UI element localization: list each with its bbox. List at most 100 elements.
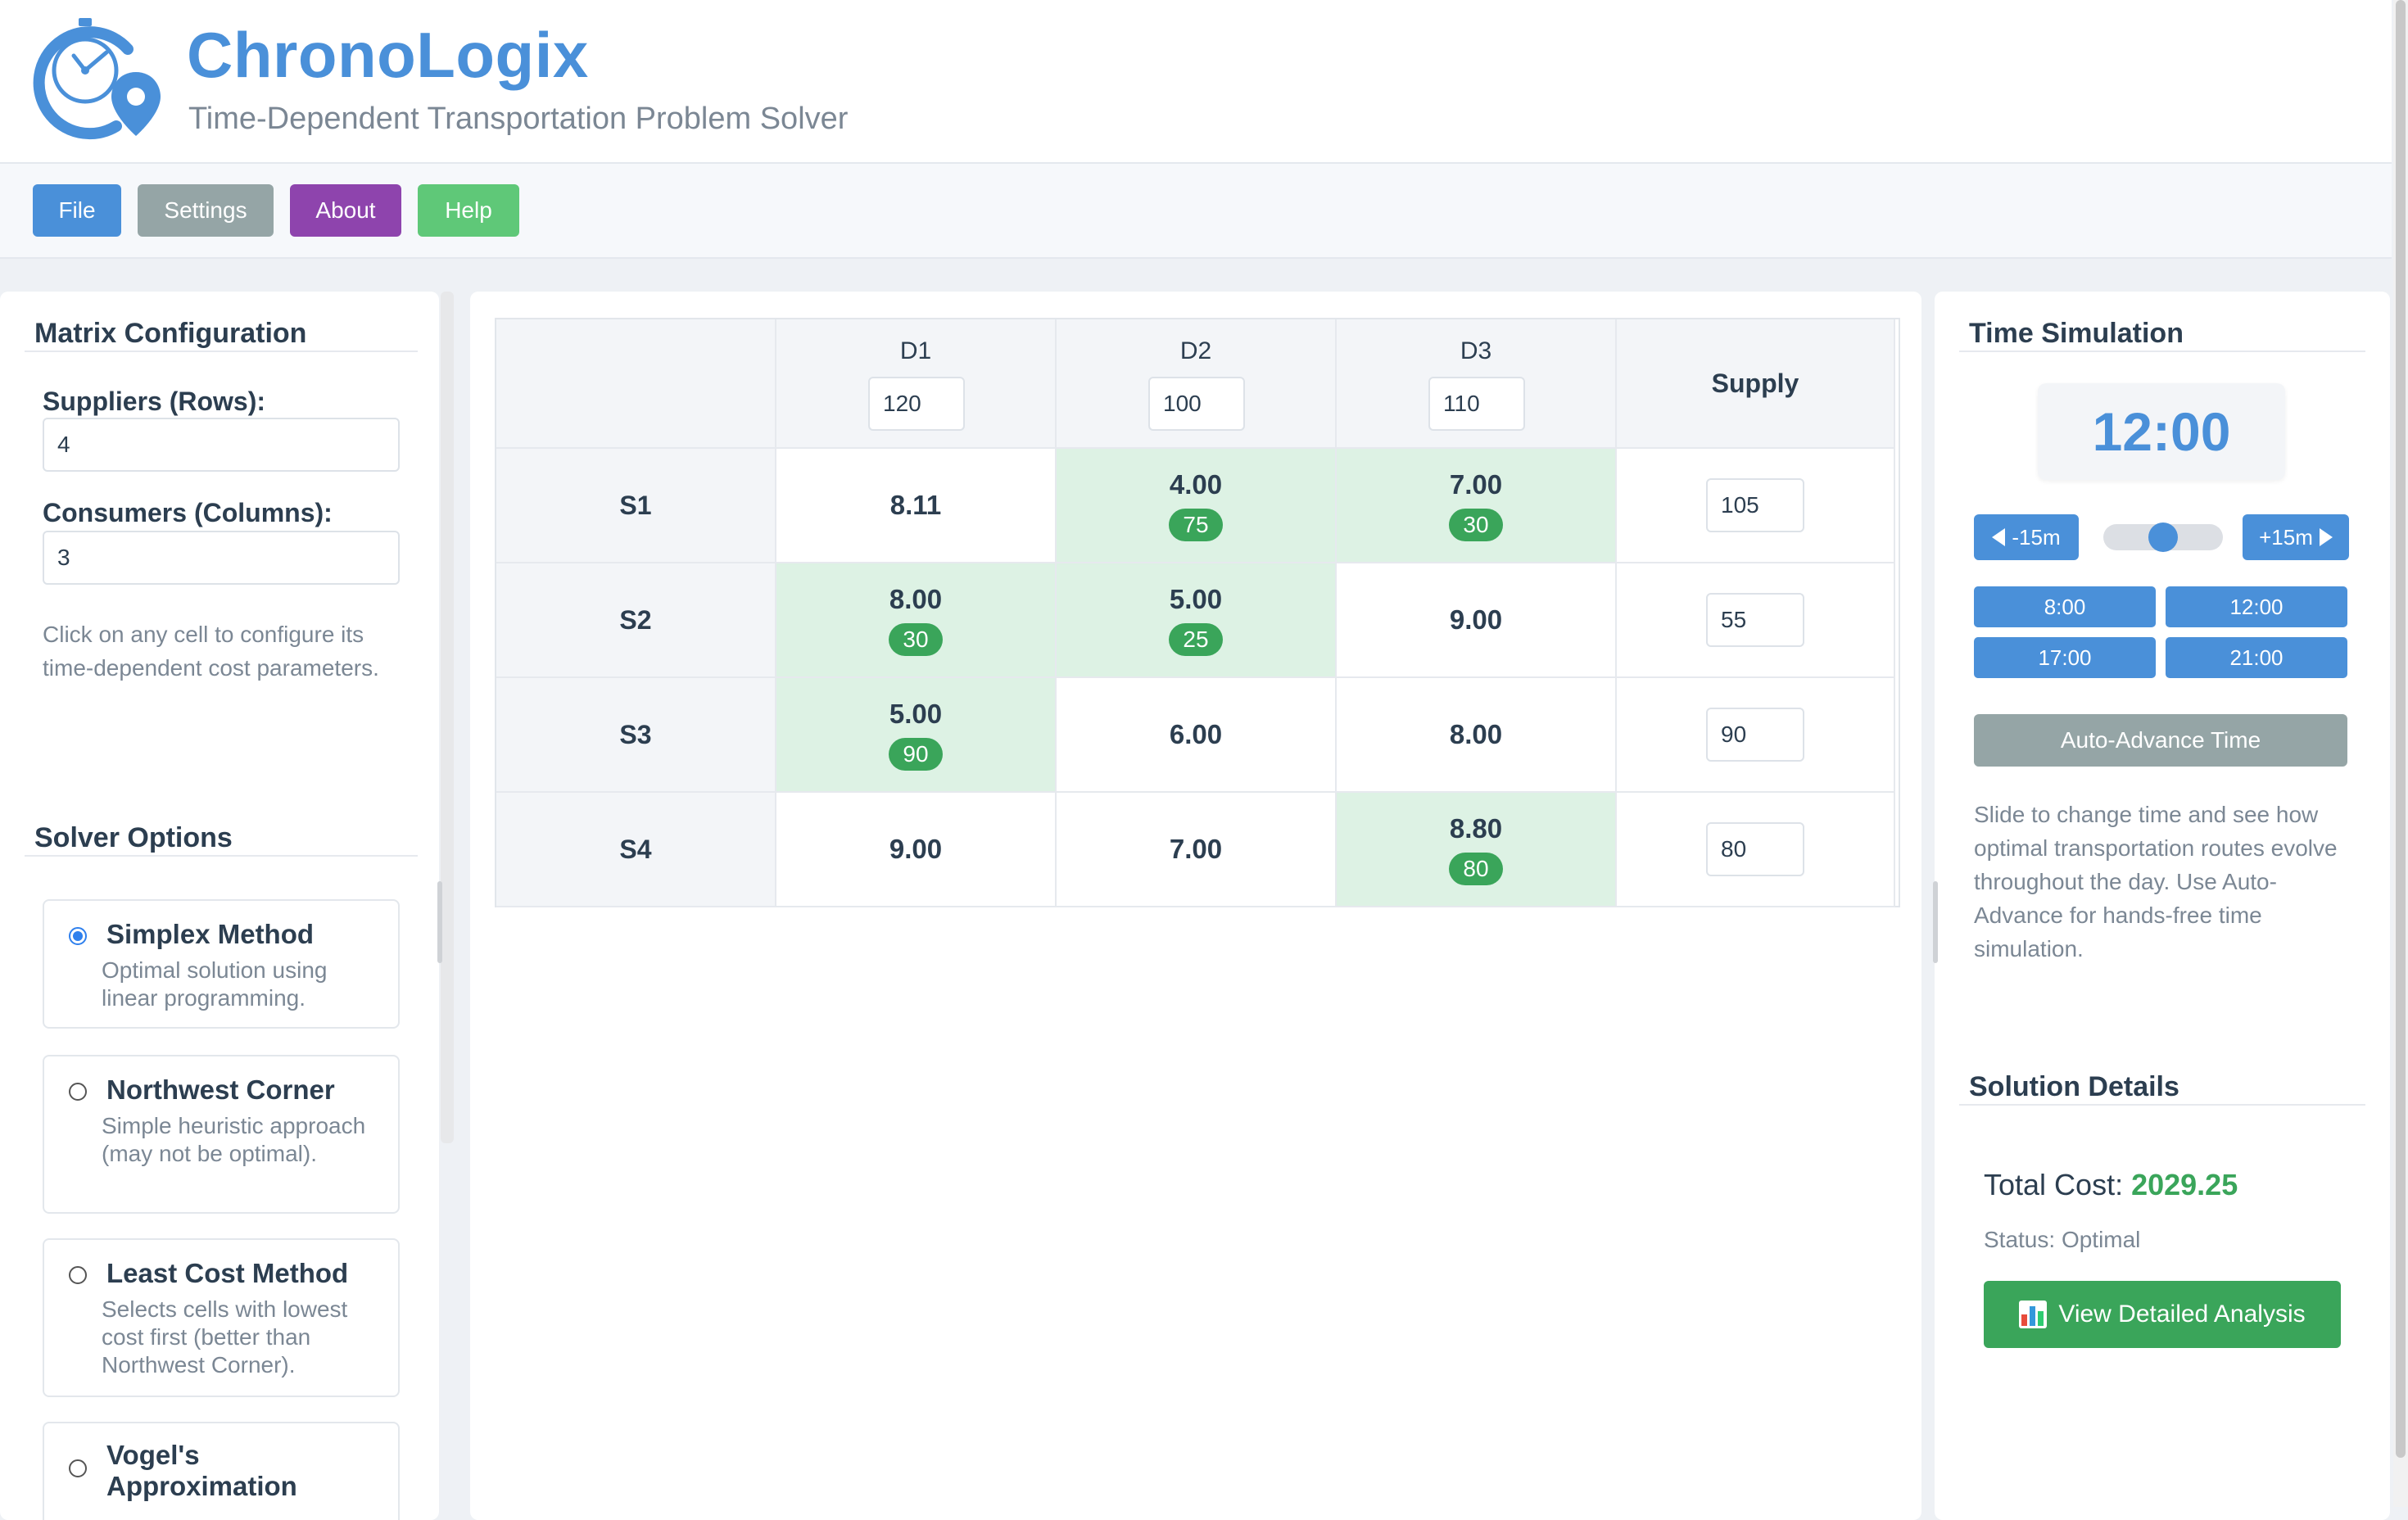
help-button[interactable]: Help xyxy=(418,184,519,237)
option-title: Least Cost Method xyxy=(106,1258,349,1288)
cost-value: 8.00 xyxy=(889,584,943,614)
cost-value: 6.00 xyxy=(1169,719,1223,749)
settings-button[interactable]: Settings xyxy=(138,184,274,237)
row-label: S2 xyxy=(619,604,652,635)
cost-value: 8.00 xyxy=(1449,719,1503,749)
cost-cell[interactable]: 6.00 xyxy=(1057,678,1337,793)
supply-cell xyxy=(1617,678,1895,793)
supply-input[interactable] xyxy=(1706,822,1804,876)
app-subtitle: Time-Dependent Transportation Problem So… xyxy=(188,102,849,136)
matrix-config-hint: Click on any cell to configure its time-… xyxy=(43,622,379,681)
page-scrollbar-thumb[interactable] xyxy=(2396,0,2406,1458)
time-sim-title: Time Simulation xyxy=(1969,318,2184,349)
total-cost: Total Cost: 2029.25 xyxy=(1984,1168,2238,1202)
time-sim-hint: Slide to change time and see how optimal… xyxy=(1974,802,2338,961)
supply-cell xyxy=(1617,563,1895,678)
option-desc: Simple heuristic approach (may not be op… xyxy=(102,1113,366,1166)
left-panel: Matrix Configuration Suppliers (Rows): C… xyxy=(0,292,439,1520)
option-title: Simplex Method xyxy=(106,919,315,949)
clock-location-pin-icon xyxy=(33,18,161,140)
option-northwest[interactable]: Northwest Corner Simple heuristic approa… xyxy=(43,1055,400,1214)
demand-input[interactable] xyxy=(1428,377,1525,431)
preset-1200-button[interactable]: 12:00 xyxy=(2166,586,2347,627)
forward-15m-button[interactable]: +15m xyxy=(2243,514,2349,560)
radio-vogel[interactable] xyxy=(69,1459,87,1477)
option-title: Northwest Corner xyxy=(106,1074,335,1105)
radio-least-cost[interactable] xyxy=(69,1266,87,1284)
cost-cell[interactable]: 5.00 25 xyxy=(1057,563,1337,678)
preset-2100-button[interactable]: 21:00 xyxy=(2166,637,2347,678)
cost-cell[interactable]: 5.00 90 xyxy=(776,678,1057,793)
total-cost-value: 2029.25 xyxy=(2131,1168,2238,1201)
option-least-cost[interactable]: Least Cost Method Selects cells with low… xyxy=(43,1238,400,1397)
demand-input[interactable] xyxy=(868,377,965,431)
allocation-badge: 30 xyxy=(889,623,943,656)
back-15m-button[interactable]: -15m xyxy=(1974,514,2079,560)
cost-cell[interactable]: 7.00 xyxy=(1057,793,1337,907)
back-label: -15m xyxy=(2012,524,2061,550)
preset-1700-button[interactable]: 17:00 xyxy=(1974,637,2156,678)
divider xyxy=(1959,1104,2365,1106)
option-title: Vogel's Approximation xyxy=(106,1440,297,1501)
page-scrollbar[interactable] xyxy=(2393,0,2408,1507)
allocation-badge: 80 xyxy=(1449,853,1503,885)
cost-cell[interactable]: 8.11 xyxy=(776,449,1057,563)
file-button[interactable]: File xyxy=(33,184,121,237)
solution-title: Solution Details xyxy=(1969,1071,2179,1102)
transport-matrix: D1 D2 D3 Supply S1 8.11 4.00 75 7.00 30 S2 8.00 30 5.… xyxy=(495,318,1900,907)
slider-thumb[interactable] xyxy=(2148,522,2178,552)
consumers-input[interactable] xyxy=(43,531,400,585)
view-analysis-label: View Detailed Analysis xyxy=(2058,1301,2306,1328)
cost-cell[interactable]: 4.00 75 xyxy=(1057,449,1337,563)
left-scrollbar-track[interactable] xyxy=(441,292,454,1143)
time-slider[interactable] xyxy=(2103,522,2223,552)
row-header-s2: S2 xyxy=(496,563,776,678)
cost-cell[interactable]: 9.00 xyxy=(776,793,1057,907)
demand-label: D2 xyxy=(1179,337,1212,364)
cost-value: 4.00 xyxy=(1169,469,1223,500)
supply-cell xyxy=(1617,793,1895,907)
suppliers-label: Suppliers (Rows): xyxy=(43,387,266,416)
divider xyxy=(1959,351,2365,352)
clock-display: 12:00 xyxy=(2038,383,2285,480)
supply-input[interactable] xyxy=(1706,478,1804,532)
cost-value: 5.00 xyxy=(889,699,943,729)
allocation-badge: 25 xyxy=(1169,623,1223,656)
cost-value: 8.80 xyxy=(1449,813,1503,844)
supply-input[interactable] xyxy=(1706,593,1804,647)
option-desc: Optimal solution using linear programmin… xyxy=(102,957,328,1011)
cost-cell[interactable]: 8.00 xyxy=(1337,678,1617,793)
right-scrollbar-thumb[interactable] xyxy=(1933,881,1938,963)
about-button[interactable]: About xyxy=(290,184,401,237)
solution-status: Status: Optimal xyxy=(1984,1227,2141,1252)
cost-value: 7.00 xyxy=(1449,469,1503,500)
demand-input[interactable] xyxy=(1148,377,1245,431)
option-vogel[interactable]: Vogel's Approximation xyxy=(43,1422,400,1520)
view-analysis-button[interactable]: View Detailed Analysis xyxy=(1984,1281,2341,1348)
row-header-s1: S1 xyxy=(496,449,776,563)
app-header: ChronoLogix Time-Dependent Transportatio… xyxy=(0,0,2392,164)
radio-simplex[interactable] xyxy=(69,927,87,945)
divider xyxy=(25,855,418,857)
cost-cell[interactable]: 9.00 xyxy=(1337,563,1617,678)
row-label: S4 xyxy=(619,834,652,864)
auto-advance-button[interactable]: Auto-Advance Time xyxy=(1974,714,2347,767)
cost-value: 5.00 xyxy=(1169,584,1223,614)
cost-cell[interactable]: 8.00 30 xyxy=(776,563,1057,678)
radio-northwest[interactable] xyxy=(69,1083,87,1101)
cost-value: 8.11 xyxy=(889,490,942,520)
supply-cell xyxy=(1617,449,1895,563)
allocation-badge: 90 xyxy=(889,738,943,771)
app-title: ChronoLogix xyxy=(187,19,589,91)
supply-header-label: Supply xyxy=(1711,368,1799,398)
suppliers-input[interactable] xyxy=(43,418,400,472)
preset-0800-button[interactable]: 8:00 xyxy=(1974,586,2156,627)
row-header-s3: S3 xyxy=(496,678,776,793)
cost-cell[interactable]: 8.80 80 xyxy=(1337,793,1617,907)
supply-input[interactable] xyxy=(1706,708,1804,762)
forward-label: +15m xyxy=(2259,524,2313,550)
option-simplex[interactable]: Simplex Method Optimal solution using li… xyxy=(43,899,400,1029)
cost-value: 9.00 xyxy=(889,834,943,864)
left-scrollbar-thumb[interactable] xyxy=(437,881,442,963)
cost-cell[interactable]: 7.00 30 xyxy=(1337,449,1617,563)
